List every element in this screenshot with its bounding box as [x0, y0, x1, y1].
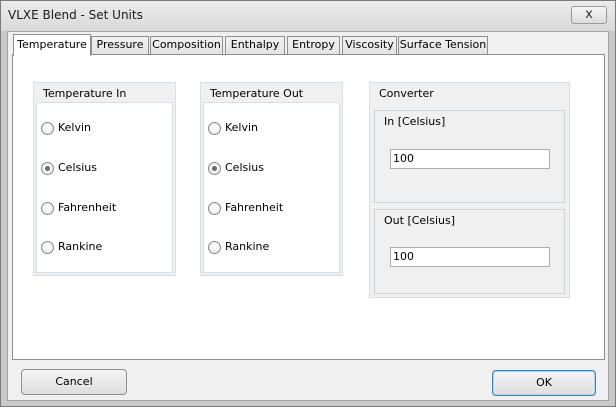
radio-button[interactable]	[41, 202, 54, 215]
converter-out-input[interactable]: 100	[390, 247, 550, 267]
temperature-in-options: Kelvin Celsius Fahrenheit Rankine	[36, 102, 173, 273]
temperature-tab-panel: Temperature In Kelvin Celsius Fahrenheit	[12, 54, 605, 360]
radio-label: Rankine	[58, 240, 103, 253]
set-units-window: VLXE Blend - Set Units x Temperature Pre…	[0, 0, 616, 407]
radio-button[interactable]	[41, 122, 54, 135]
tab-enthalpy[interactable]: Enthalpy	[225, 36, 285, 54]
radio-label: Celsius	[225, 161, 264, 174]
radio-label: Kelvin	[225, 121, 259, 134]
converter-title: Converter	[379, 87, 434, 100]
dialog-client: Temperature Pressure Composition Enthalp…	[7, 31, 609, 401]
tab-temperature[interactable]: Temperature	[13, 34, 91, 56]
radio-button[interactable]	[208, 122, 221, 135]
tab-viscosity[interactable]: Viscosity	[342, 36, 397, 54]
radio-button-selected[interactable]	[208, 162, 221, 175]
converter-group: Converter In [Celsius] 100 Out [Celsius]…	[369, 82, 570, 298]
ok-button[interactable]: OK	[492, 370, 596, 396]
radio-label: Rankine	[225, 240, 270, 253]
converter-in-title: In [Celsius]	[384, 115, 446, 128]
converter-in-input[interactable]: 100	[390, 149, 550, 169]
radio-button[interactable]	[208, 202, 221, 215]
tab-pressure[interactable]: Pressure	[91, 36, 149, 54]
window-title: VLXE Blend - Set Units	[8, 8, 143, 22]
tab-composition[interactable]: Composition	[150, 36, 223, 54]
temperature-out-group: Temperature Out Kelvin Celsius Fahrenhei…	[200, 82, 343, 276]
converter-in-group: In [Celsius] 100	[374, 110, 565, 203]
radio-button[interactable]	[208, 241, 221, 254]
tab-entropy[interactable]: Entropy	[287, 36, 340, 54]
radio-button[interactable]	[41, 241, 54, 254]
close-button[interactable]: x	[571, 6, 607, 24]
close-icon: x	[585, 7, 593, 22]
converter-out-group: Out [Celsius] 100	[374, 209, 565, 294]
temperature-in-group: Temperature In Kelvin Celsius Fahrenheit	[33, 82, 176, 276]
radio-label: Fahrenheit	[58, 201, 117, 214]
title-bar: VLXE Blend - Set Units x	[1, 1, 615, 31]
radio-label: Kelvin	[58, 121, 92, 134]
temperature-out-options: Kelvin Celsius Fahrenheit Rankine	[203, 102, 340, 273]
cancel-button[interactable]: Cancel	[21, 369, 127, 395]
tab-surface-tension[interactable]: Surface Tension	[398, 36, 488, 54]
converter-out-title: Out [Celsius]	[384, 214, 456, 227]
radio-button-selected[interactable]	[41, 162, 54, 175]
radio-label: Celsius	[58, 161, 97, 174]
temperature-in-title: Temperature In	[43, 87, 127, 100]
temperature-out-title: Temperature Out	[210, 87, 304, 100]
radio-label: Fahrenheit	[225, 201, 284, 214]
